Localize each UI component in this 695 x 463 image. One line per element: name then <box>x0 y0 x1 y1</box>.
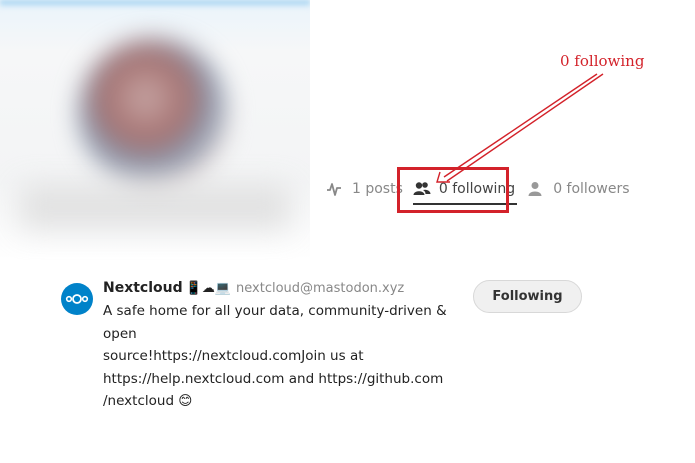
name-emojis: 📱☁💻 <box>185 280 232 296</box>
profile-name-blurred <box>20 185 290 230</box>
user-icon <box>527 181 545 197</box>
account-bio: A safe home for all your data, community… <box>103 303 447 409</box>
profile-header <box>0 0 310 260</box>
account-header: Nextcloud 📱☁💻 nextcloud@mastodon.xyz <box>103 280 404 296</box>
stat-posts-label: 1 posts <box>352 181 403 197</box>
header-banner <box>0 0 310 8</box>
account-card: Nextcloud 📱☁💻 nextcloud@mastodon.xyz A s… <box>60 280 600 409</box>
annotation-label: 0 following <box>560 52 645 70</box>
nextcloud-logo-icon <box>65 294 89 304</box>
activity-icon <box>326 181 344 197</box>
annotation-highlight-box <box>397 167 509 213</box>
account-display-name[interactable]: Nextcloud <box>103 280 183 296</box>
profile-avatar <box>78 38 228 188</box>
account-handle[interactable]: nextcloud@mastodon.xyz <box>236 281 404 296</box>
stat-followers[interactable]: 0 followers <box>527 181 630 197</box>
stat-posts[interactable]: 1 posts <box>326 181 403 197</box>
stat-followers-label: 0 followers <box>553 181 630 197</box>
account-avatar[interactable] <box>61 283 93 315</box>
following-button[interactable]: Following <box>473 280 582 313</box>
